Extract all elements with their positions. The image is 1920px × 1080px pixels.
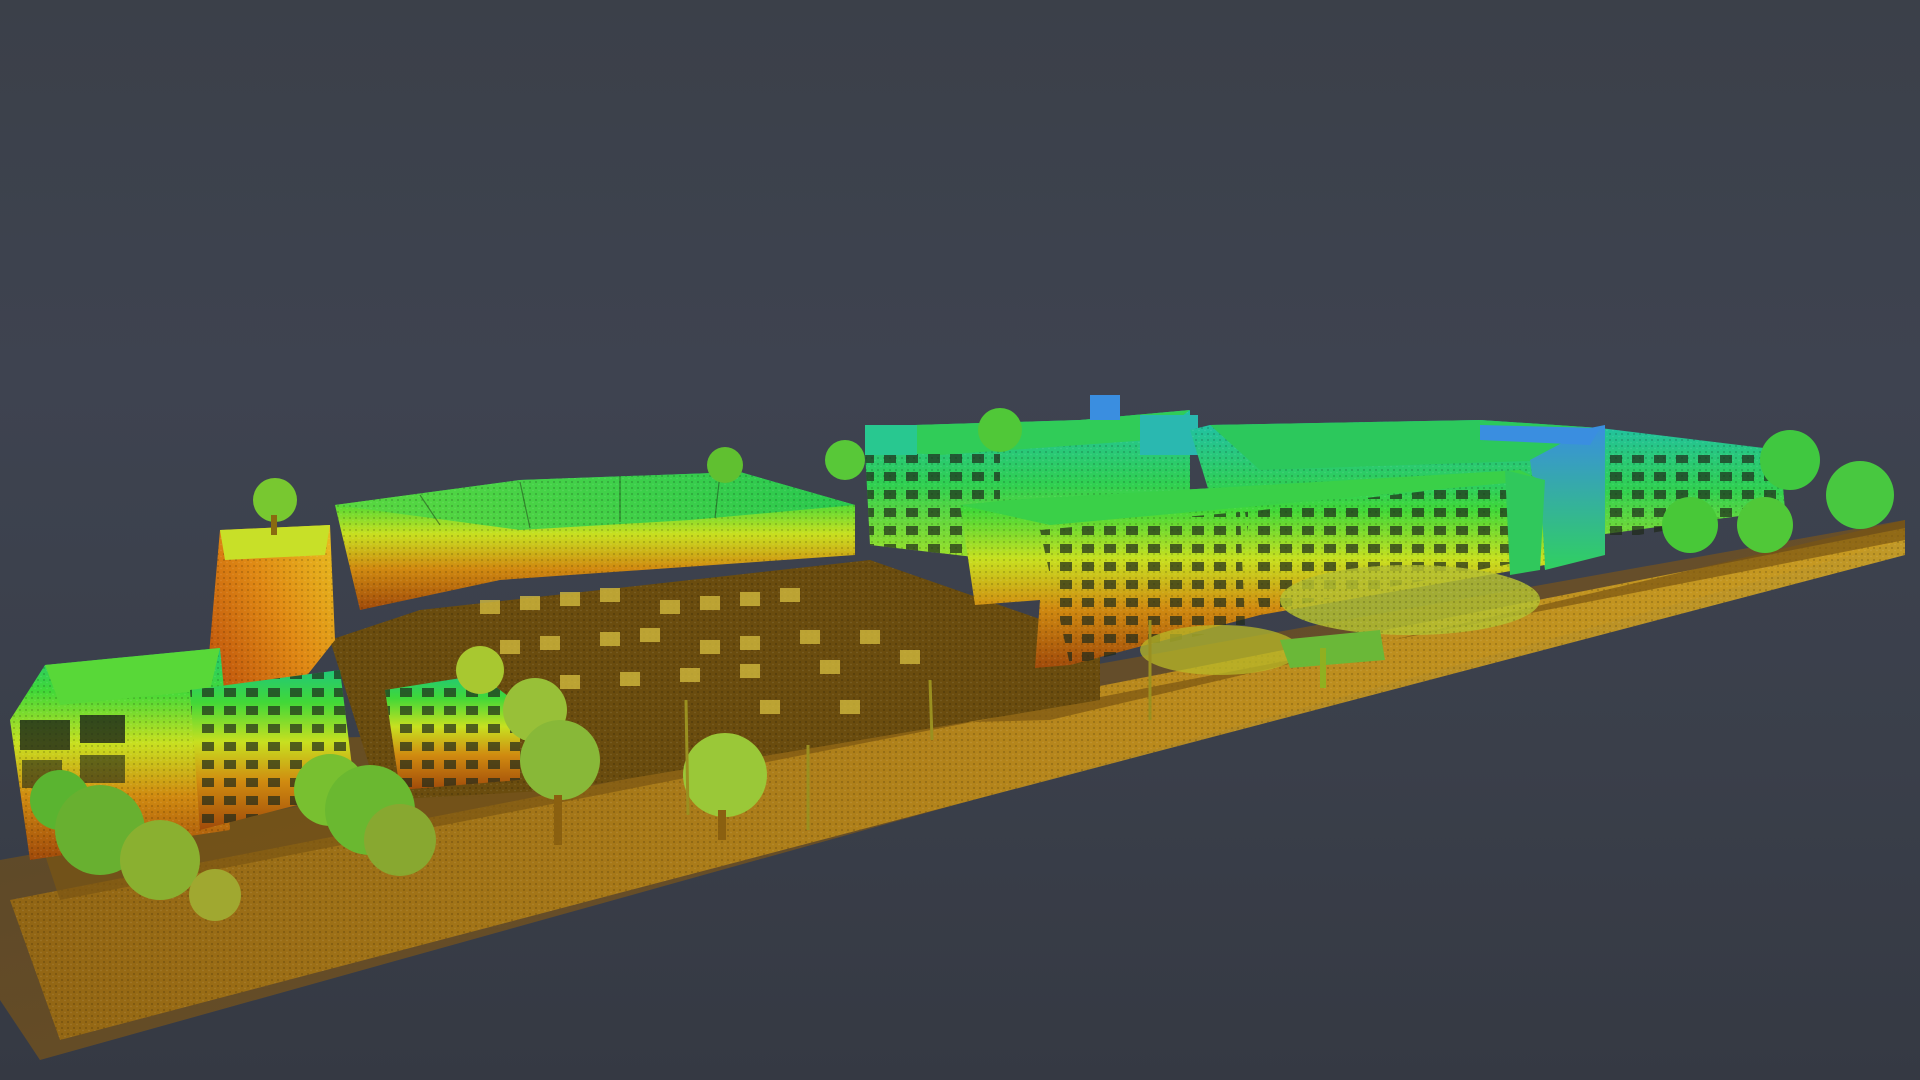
tree <box>253 478 297 535</box>
tree <box>978 408 1022 452</box>
tree <box>825 440 865 480</box>
point-cloud-scene[interactable] <box>0 0 1920 1080</box>
tree <box>1662 497 1718 553</box>
tree <box>456 646 504 694</box>
tree <box>707 447 743 483</box>
point-cloud-viewport[interactable] <box>0 0 1920 1080</box>
tree <box>1737 497 1793 553</box>
front-small-building <box>385 675 520 790</box>
